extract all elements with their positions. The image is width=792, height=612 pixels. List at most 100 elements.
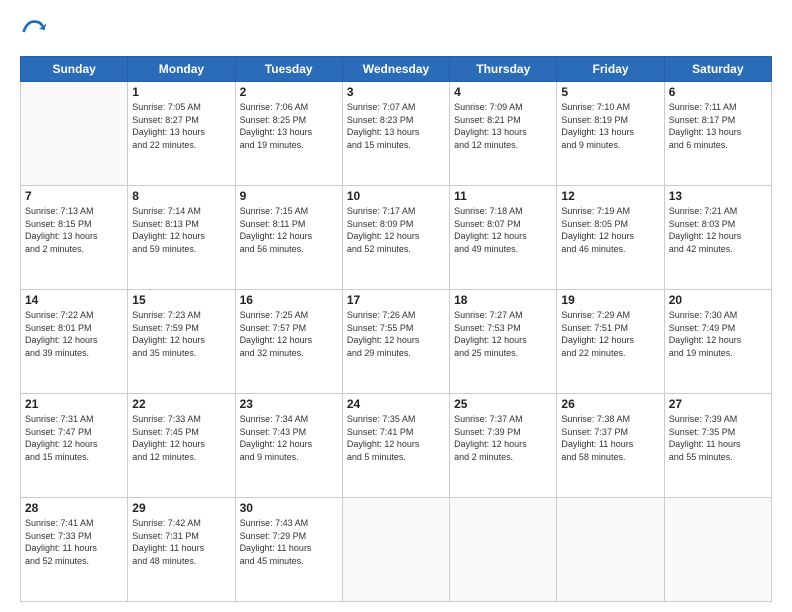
calendar-cell: 19 Sunrise: 7:29 AM Sunset: 7:51 PM Dayli… (557, 290, 664, 394)
day-number: 17 (347, 293, 445, 307)
day-info: Sunrise: 7:34 AM Sunset: 7:43 PM Dayligh… (240, 413, 338, 463)
day-number: 5 (561, 85, 659, 99)
calendar-cell: 9 Sunrise: 7:15 AM Sunset: 8:11 PM Daylig… (235, 186, 342, 290)
day-number: 28 (25, 501, 123, 515)
day-number: 13 (669, 189, 767, 203)
day-number: 7 (25, 189, 123, 203)
day-info: Sunrise: 7:14 AM Sunset: 8:13 PM Dayligh… (132, 205, 230, 255)
day-number: 6 (669, 85, 767, 99)
calendar-week-3: 14Sunrise: 7:22 AM Sunset: 8:01 PM Dayli… (21, 290, 772, 394)
calendar-header-thursday: Thursday (450, 57, 557, 82)
calendar-cell (557, 498, 664, 602)
calendar-cell: 20Sunrise: 7:30 AM Sunset: 7:49 PM Dayli… (664, 290, 771, 394)
calendar-cell: 4Sunrise: 7:09 AM Sunset: 8:21 PM Daylig… (450, 82, 557, 186)
calendar-header-monday: Monday (128, 57, 235, 82)
day-info: Sunrise: 7:31 AM Sunset: 7:47 PM Dayligh… (25, 413, 123, 463)
day-number: 30 (240, 501, 338, 515)
day-number: 24 (347, 397, 445, 411)
day-number: 19 (561, 293, 659, 307)
calendar: SundayMondayTuesdayWednesdayThursdayFrid… (20, 56, 772, 602)
day-info: Sunrise: 7:17 AM Sunset: 8:09 PM Dayligh… (347, 205, 445, 255)
page: SundayMondayTuesdayWednesdayThursdayFrid… (0, 0, 792, 612)
calendar-header-sunday: Sunday (21, 57, 128, 82)
day-info: Sunrise: 7:18 AM Sunset: 8:07 PM Dayligh… (454, 205, 552, 255)
calendar-cell: 15 Sunrise: 7:23 AM Sunset: 7:59 PM Dayli… (128, 290, 235, 394)
day-number: 26 (561, 397, 659, 411)
day-info: Sunrise: 7:30 AM Sunset: 7:49 PM Dayligh… (669, 309, 767, 359)
logo-icon (20, 18, 48, 46)
calendar-cell: 16 Sunrise: 7:25 AM Sunset: 7:57 PM Dayli… (235, 290, 342, 394)
calendar-week-5: 28Sunrise: 7:41 AM Sunset: 7:33 PM Dayli… (21, 498, 772, 602)
calendar-cell: 29 Sunrise: 7:42 AM Sunset: 7:31 PM Dayli… (128, 498, 235, 602)
calendar-cell: 18Sunrise: 7:27 AM Sunset: 7:53 PM Dayli… (450, 290, 557, 394)
day-info: Sunrise: 7:22 AM Sunset: 8:01 PM Dayligh… (25, 309, 123, 359)
calendar-header-friday: Friday (557, 57, 664, 82)
calendar-header-saturday: Saturday (664, 57, 771, 82)
calendar-cell: 24 Sunrise: 7:35 AM Sunset: 7:41 PM Dayli… (342, 394, 449, 498)
day-number: 16 (240, 293, 338, 307)
calendar-cell: 11Sunrise: 7:18 AM Sunset: 8:07 PM Dayli… (450, 186, 557, 290)
calendar-week-2: 7 Sunrise: 7:13 AM Sunset: 8:15 PM Daylig… (21, 186, 772, 290)
day-number: 9 (240, 189, 338, 203)
day-info: Sunrise: 7:29 AM Sunset: 7:51 PM Dayligh… (561, 309, 659, 359)
calendar-cell: 28Sunrise: 7:41 AM Sunset: 7:33 PM Dayli… (21, 498, 128, 602)
day-info: Sunrise: 7:25 AM Sunset: 7:57 PM Dayligh… (240, 309, 338, 359)
day-number: 1 (132, 85, 230, 99)
calendar-cell: 10Sunrise: 7:17 AM Sunset: 8:09 PM Dayli… (342, 186, 449, 290)
day-number: 18 (454, 293, 552, 307)
calendar-cell: 7 Sunrise: 7:13 AM Sunset: 8:15 PM Daylig… (21, 186, 128, 290)
day-info: Sunrise: 7:39 AM Sunset: 7:35 PM Dayligh… (669, 413, 767, 463)
calendar-cell: 14Sunrise: 7:22 AM Sunset: 8:01 PM Dayli… (21, 290, 128, 394)
day-info: Sunrise: 7:42 AM Sunset: 7:31 PM Dayligh… (132, 517, 230, 567)
day-number: 25 (454, 397, 552, 411)
day-number: 12 (561, 189, 659, 203)
calendar-week-1: 1 Sunrise: 7:05 AM Sunset: 8:27 PM Daylig… (21, 82, 772, 186)
calendar-cell: 22 Sunrise: 7:33 AM Sunset: 7:45 PM Dayli… (128, 394, 235, 498)
calendar-cell: 2Sunrise: 7:06 AM Sunset: 8:25 PM Daylig… (235, 82, 342, 186)
calendar-header-row: SundayMondayTuesdayWednesdayThursdayFrid… (21, 57, 772, 82)
calendar-cell: 3 Sunrise: 7:07 AM Sunset: 8:23 PM Daylig… (342, 82, 449, 186)
day-info: Sunrise: 7:38 AM Sunset: 7:37 PM Dayligh… (561, 413, 659, 463)
day-info: Sunrise: 7:26 AM Sunset: 7:55 PM Dayligh… (347, 309, 445, 359)
day-number: 4 (454, 85, 552, 99)
calendar-cell: 23 Sunrise: 7:34 AM Sunset: 7:43 PM Dayli… (235, 394, 342, 498)
calendar-cell: 27 Sunrise: 7:39 AM Sunset: 7:35 PM Dayli… (664, 394, 771, 498)
calendar-cell: 1 Sunrise: 7:05 AM Sunset: 8:27 PM Daylig… (128, 82, 235, 186)
day-number: 23 (240, 397, 338, 411)
day-info: Sunrise: 7:10 AM Sunset: 8:19 PM Dayligh… (561, 101, 659, 151)
day-info: Sunrise: 7:07 AM Sunset: 8:23 PM Dayligh… (347, 101, 445, 151)
day-info: Sunrise: 7:06 AM Sunset: 8:25 PM Dayligh… (240, 101, 338, 151)
day-info: Sunrise: 7:43 AM Sunset: 7:29 PM Dayligh… (240, 517, 338, 567)
calendar-header-wednesday: Wednesday (342, 57, 449, 82)
day-number: 22 (132, 397, 230, 411)
calendar-cell: 6 Sunrise: 7:11 AM Sunset: 8:17 PM Daylig… (664, 82, 771, 186)
day-info: Sunrise: 7:19 AM Sunset: 8:05 PM Dayligh… (561, 205, 659, 255)
calendar-cell (342, 498, 449, 602)
day-number: 3 (347, 85, 445, 99)
calendar-cell: 5 Sunrise: 7:10 AM Sunset: 8:19 PM Daylig… (557, 82, 664, 186)
day-info: Sunrise: 7:33 AM Sunset: 7:45 PM Dayligh… (132, 413, 230, 463)
header (20, 18, 772, 46)
day-info: Sunrise: 7:13 AM Sunset: 8:15 PM Dayligh… (25, 205, 123, 255)
calendar-cell: 25 Sunrise: 7:37 AM Sunset: 7:39 PM Dayli… (450, 394, 557, 498)
day-number: 21 (25, 397, 123, 411)
calendar-cell: 13Sunrise: 7:21 AM Sunset: 8:03 PM Dayli… (664, 186, 771, 290)
calendar-cell: 12 Sunrise: 7:19 AM Sunset: 8:05 PM Dayli… (557, 186, 664, 290)
day-info: Sunrise: 7:37 AM Sunset: 7:39 PM Dayligh… (454, 413, 552, 463)
day-number: 15 (132, 293, 230, 307)
calendar-cell (450, 498, 557, 602)
day-number: 27 (669, 397, 767, 411)
day-info: Sunrise: 7:23 AM Sunset: 7:59 PM Dayligh… (132, 309, 230, 359)
day-info: Sunrise: 7:15 AM Sunset: 8:11 PM Dayligh… (240, 205, 338, 255)
calendar-cell (664, 498, 771, 602)
day-info: Sunrise: 7:05 AM Sunset: 8:27 PM Dayligh… (132, 101, 230, 151)
calendar-week-4: 21 Sunrise: 7:31 AM Sunset: 7:47 PM Dayli… (21, 394, 772, 498)
calendar-cell: 26 Sunrise: 7:38 AM Sunset: 7:37 PM Dayli… (557, 394, 664, 498)
day-info: Sunrise: 7:11 AM Sunset: 8:17 PM Dayligh… (669, 101, 767, 151)
calendar-cell: 8 Sunrise: 7:14 AM Sunset: 8:13 PM Daylig… (128, 186, 235, 290)
day-info: Sunrise: 7:35 AM Sunset: 7:41 PM Dayligh… (347, 413, 445, 463)
calendar-header-tuesday: Tuesday (235, 57, 342, 82)
day-number: 29 (132, 501, 230, 515)
calendar-cell: 17 Sunrise: 7:26 AM Sunset: 7:55 PM Dayli… (342, 290, 449, 394)
day-number: 8 (132, 189, 230, 203)
